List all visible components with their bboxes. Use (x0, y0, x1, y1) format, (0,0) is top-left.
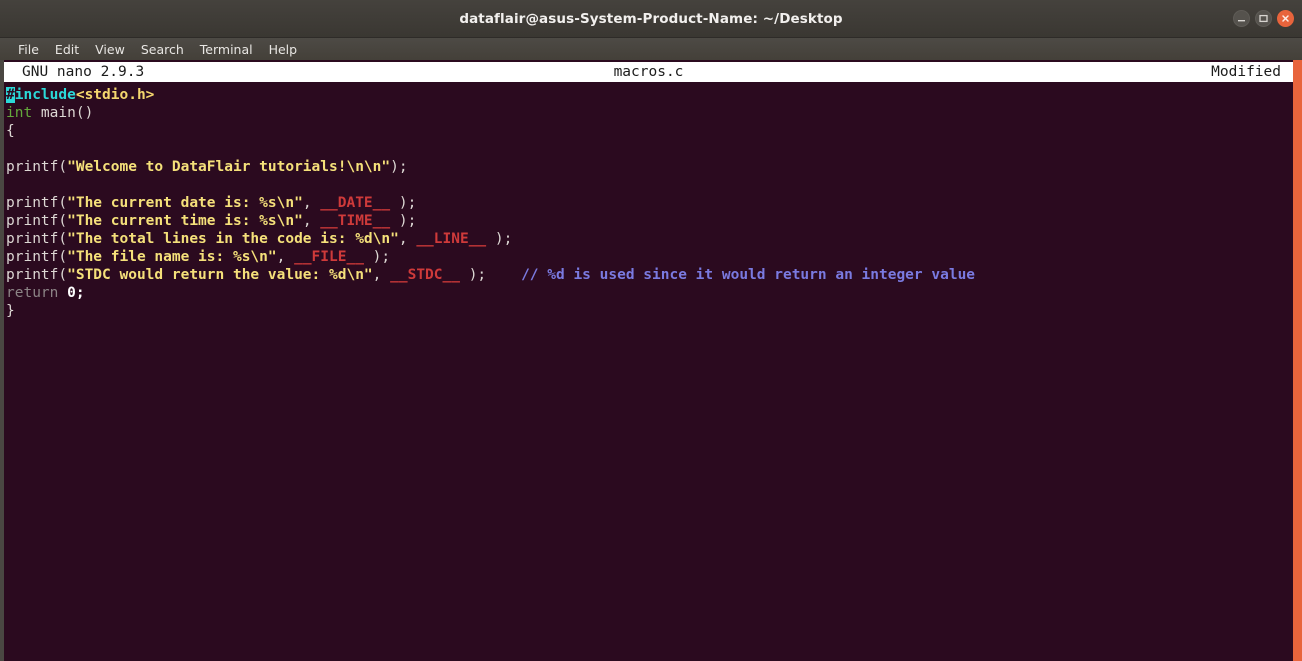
menu-item-edit[interactable]: Edit (47, 41, 87, 58)
menu-item-search[interactable]: Search (133, 41, 192, 58)
code-token: "The file name is: %s\n" (67, 249, 277, 265)
code-token: printf( (6, 231, 67, 247)
code-token: __DATE__ (320, 195, 390, 211)
code-token: return (6, 285, 58, 301)
minimize-icon (1237, 14, 1246, 23)
nano-text-buffer[interactable]: #include<stdio.h>int main(){ printf("Wel… (4, 82, 1293, 661)
code-token (58, 285, 67, 301)
window-titlebar[interactable]: dataflair@asus-System-Product-Name: ~/De… (0, 0, 1302, 38)
window-controls (1233, 0, 1294, 37)
code-token: ); (460, 267, 521, 283)
code-token: 0; (67, 285, 84, 301)
code-line (6, 176, 1293, 194)
code-line: int main() (6, 104, 1293, 122)
code-token: ); (364, 249, 390, 265)
maximize-button[interactable] (1255, 10, 1272, 27)
code-token: printf( (6, 249, 67, 265)
terminal-body[interactable]: GNU nano 2.9.3 macros.c Modified #includ… (0, 60, 1302, 661)
code-token: // %d is used since it would return an i… (521, 267, 975, 283)
code-token: include (15, 87, 76, 103)
code-token: "The current time is: %s\n" (67, 213, 303, 229)
code-token: __FILE__ (294, 249, 364, 265)
code-token: ); (390, 159, 407, 175)
nano-filename-label: macros.c (4, 64, 1293, 80)
code-token: printf( (6, 159, 67, 175)
code-token: "Welcome to DataFlair tutorials!\n\n" (67, 159, 390, 175)
code-line: printf("The current date is: %s\n", __DA… (6, 194, 1293, 212)
code-token: , (373, 267, 390, 283)
menu-item-view[interactable]: View (87, 41, 133, 58)
code-token: __STDC__ (390, 267, 460, 283)
code-line: return 0; (6, 284, 1293, 302)
menu-bar: File Edit View Search Terminal Help (0, 38, 1302, 60)
code-token: ); (486, 231, 512, 247)
code-token: printf( (6, 195, 67, 211)
code-token: { (6, 123, 15, 139)
code-line: #include<stdio.h> (6, 86, 1293, 104)
code-token: "STDC would return the value: %d\n" (67, 267, 373, 283)
menu-item-help[interactable]: Help (261, 41, 306, 58)
code-line: printf("Welcome to DataFlair tutorials!\… (6, 158, 1293, 176)
code-token: __TIME__ (320, 213, 390, 229)
code-token: ); (390, 195, 416, 211)
code-line: } (6, 302, 1293, 320)
code-token: __LINE__ (416, 231, 486, 247)
code-token: "The current date is: %s\n" (67, 195, 303, 211)
close-icon (1281, 14, 1290, 23)
nano-title-bar: GNU nano 2.9.3 macros.c Modified (4, 62, 1293, 82)
code-line: printf("The total lines in the code is: … (6, 230, 1293, 248)
window-title: dataflair@asus-System-Product-Name: ~/De… (459, 11, 842, 27)
code-token: printf( (6, 267, 67, 283)
menu-item-file[interactable]: File (10, 41, 47, 58)
code-token: main() (32, 105, 93, 121)
maximize-icon (1259, 14, 1268, 23)
code-token: <stdio.h> (76, 87, 155, 103)
code-token: , (277, 249, 294, 265)
menu-item-terminal[interactable]: Terminal (192, 41, 261, 58)
code-token: ); (390, 213, 416, 229)
close-button[interactable] (1277, 10, 1294, 27)
code-token: , (303, 213, 320, 229)
code-token: printf( (6, 213, 67, 229)
code-token: "The total lines in the code is: %d\n" (67, 231, 399, 247)
code-token: int (6, 105, 32, 121)
text-cursor: # (6, 87, 15, 103)
code-line: printf("The current time is: %s\n", __TI… (6, 212, 1293, 230)
code-line (6, 140, 1293, 158)
nano-modified-status: Modified (1211, 64, 1281, 80)
code-line: printf("STDC would return the value: %d\… (6, 266, 1293, 284)
code-line: { (6, 122, 1293, 140)
code-line: printf("The file name is: %s\n", __FILE_… (6, 248, 1293, 266)
terminal-window: dataflair@asus-System-Product-Name: ~/De… (0, 0, 1302, 661)
code-token: , (303, 195, 320, 211)
code-token: , (399, 231, 416, 247)
minimize-button[interactable] (1233, 10, 1250, 27)
code-token: } (6, 303, 15, 319)
